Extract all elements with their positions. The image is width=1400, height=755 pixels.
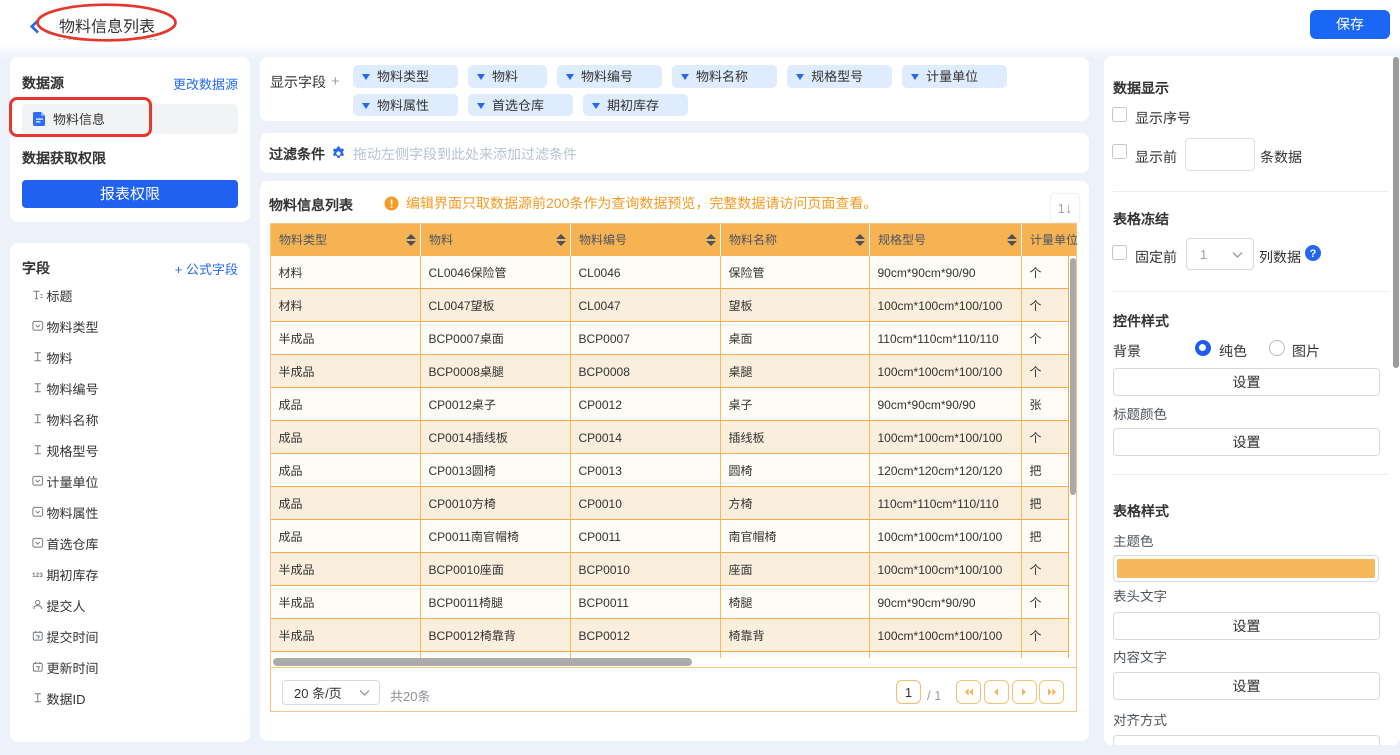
svg-text:?: ? [1310,248,1317,260]
svg-text:123: 123 [32,572,43,579]
